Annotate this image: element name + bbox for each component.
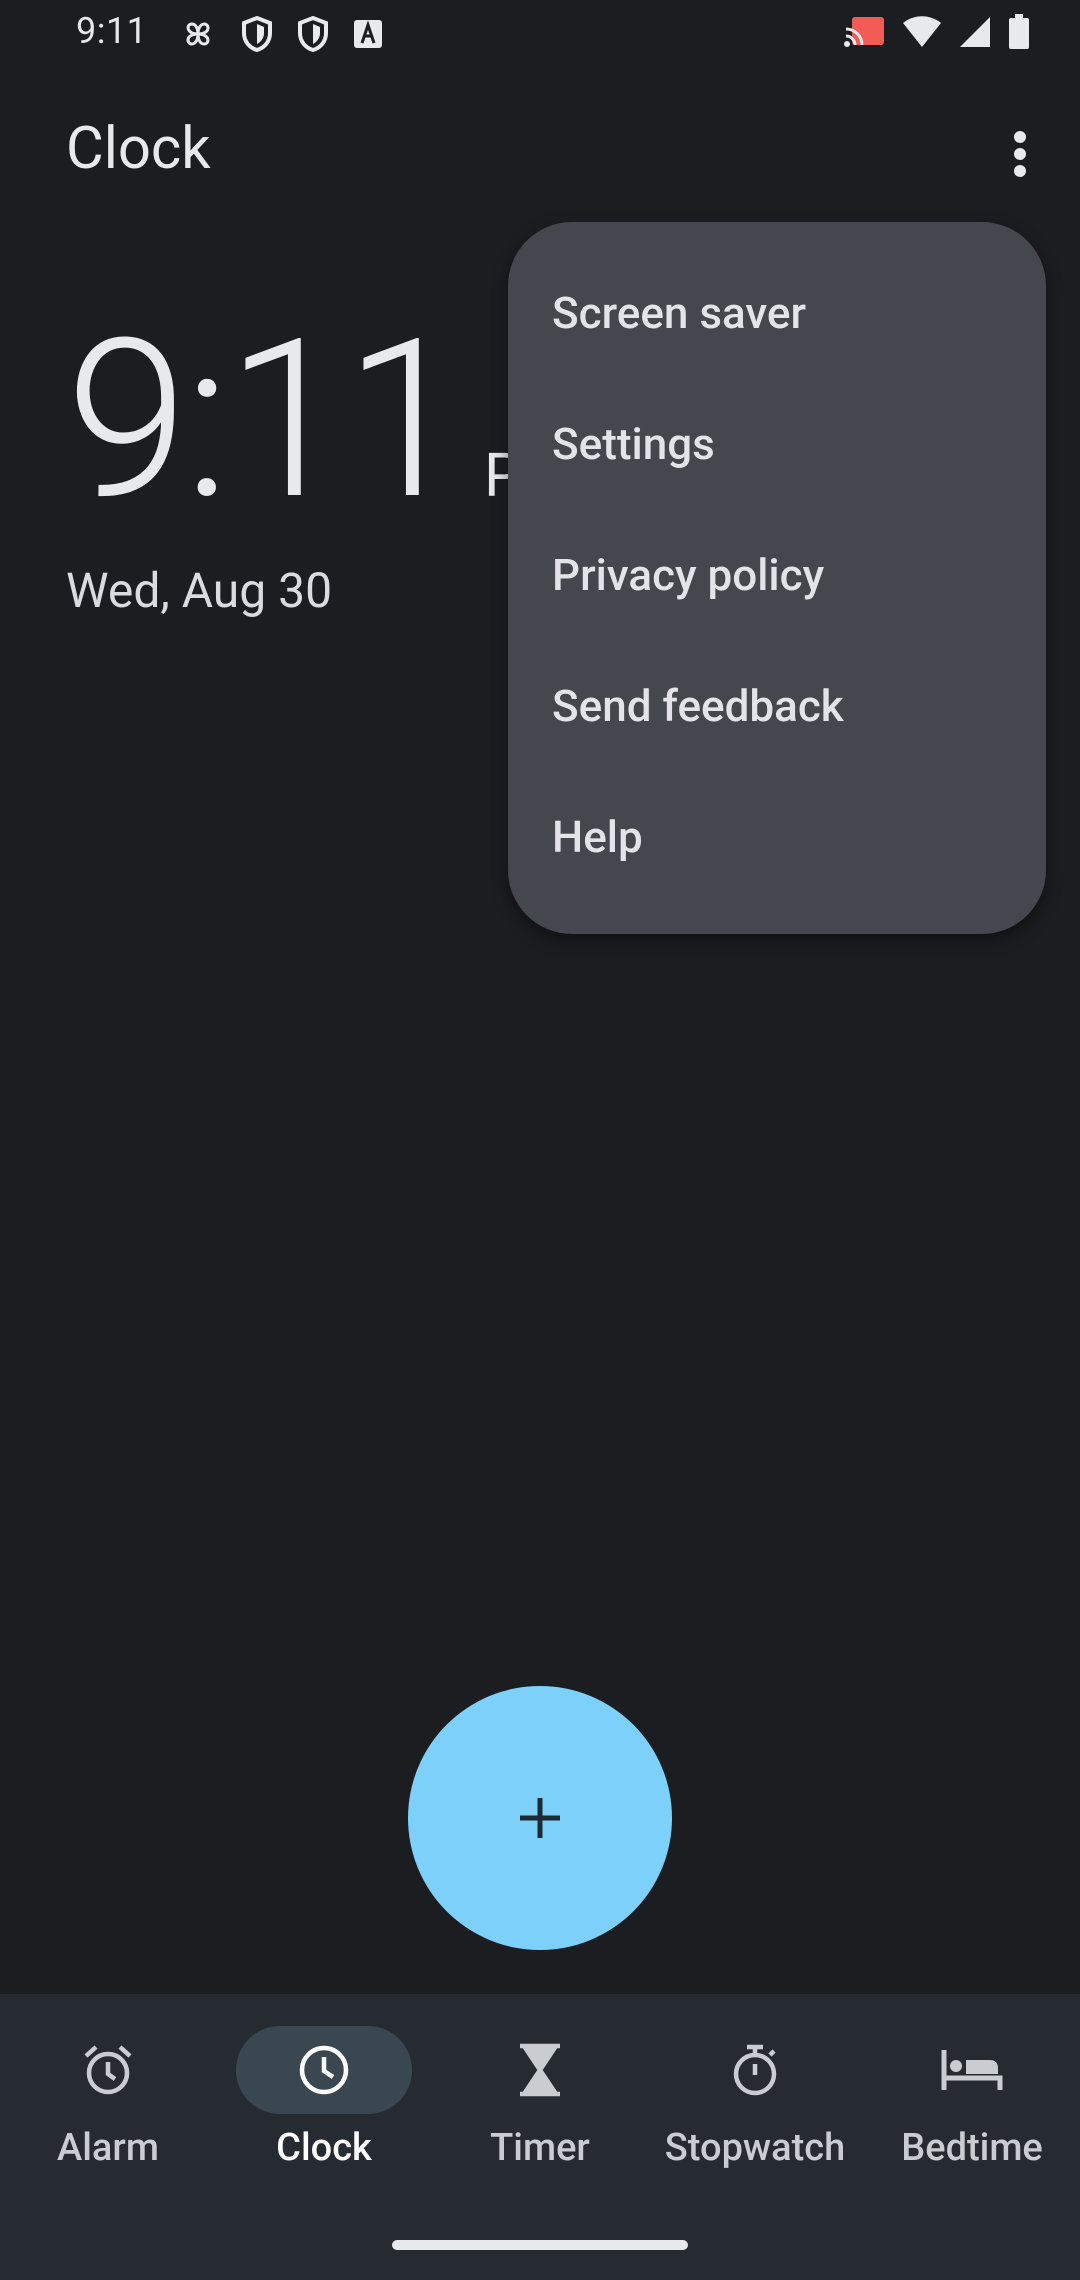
bed-icon [940,2046,1004,2094]
plus-icon [516,1794,564,1842]
nav-label: Stopwatch [664,2126,846,2170]
pinwheel-icon [178,14,218,54]
nav-label: Alarm [57,2126,159,2170]
nav-label: Timer [490,2126,590,2170]
status-left-icons [178,14,384,54]
app-title: Clock [66,115,211,183]
shield-icon [240,15,274,53]
status-bar: 9:11 [0,0,1080,70]
nav-pill [884,2026,1060,2114]
stopwatch-icon [727,2042,783,2098]
status-time: 9:11 [76,10,148,52]
bottom-navigation: Alarm Clock Timer Stopwatch Bedtime [0,1994,1080,2280]
nav-pill-active [236,2026,412,2114]
font-a-icon [352,18,384,50]
nav-label: Clock [276,2126,372,2170]
menu-item-label: Settings [552,418,715,470]
menu-item-send-feedback[interactable]: Send feedback [508,641,1046,771]
menu-item-label: Privacy policy [552,549,825,601]
menu-item-screen-saver[interactable]: Screen saver [508,248,1046,378]
current-date: Wed, Aug 30 [66,562,333,619]
menu-item-privacy-policy[interactable]: Privacy policy [508,510,1046,640]
menu-item-help[interactable]: Help [508,772,1046,902]
nav-item-alarm[interactable]: Alarm [20,1994,196,2214]
hourglass-icon [516,2042,564,2098]
alarm-icon [80,2042,136,2098]
menu-item-settings[interactable]: Settings [508,379,1046,509]
overflow-menu: Screen saver Settings Privacy policy Sen… [508,222,1046,934]
add-city-button[interactable] [408,1686,672,1950]
nav-item-bedtime[interactable]: Bedtime [884,1994,1060,2214]
nav-item-clock[interactable]: Clock [236,1994,412,2214]
battery-icon [1008,14,1030,50]
nav-item-timer[interactable]: Timer [452,1994,628,2214]
nav-item-stopwatch[interactable]: Stopwatch [655,1994,855,2214]
nav-pill [20,2026,196,2114]
menu-item-label: Screen saver [552,287,807,339]
wifi-icon [902,15,942,49]
more-vert-icon [1012,130,1028,178]
clock-icon [296,2042,352,2098]
more-options-button[interactable] [992,122,1048,186]
nav-pill [452,2026,628,2114]
shield-icon [296,15,330,53]
cast-icon [844,15,886,49]
signal-icon [958,15,992,49]
status-right-icons [844,14,1030,50]
menu-item-label: Send feedback [552,680,844,732]
menu-item-label: Help [552,811,643,863]
current-time: 9:11 [66,291,466,549]
nav-pill [667,2026,843,2114]
home-indicator[interactable] [392,2240,688,2250]
nav-label: Bedtime [901,2126,1043,2170]
